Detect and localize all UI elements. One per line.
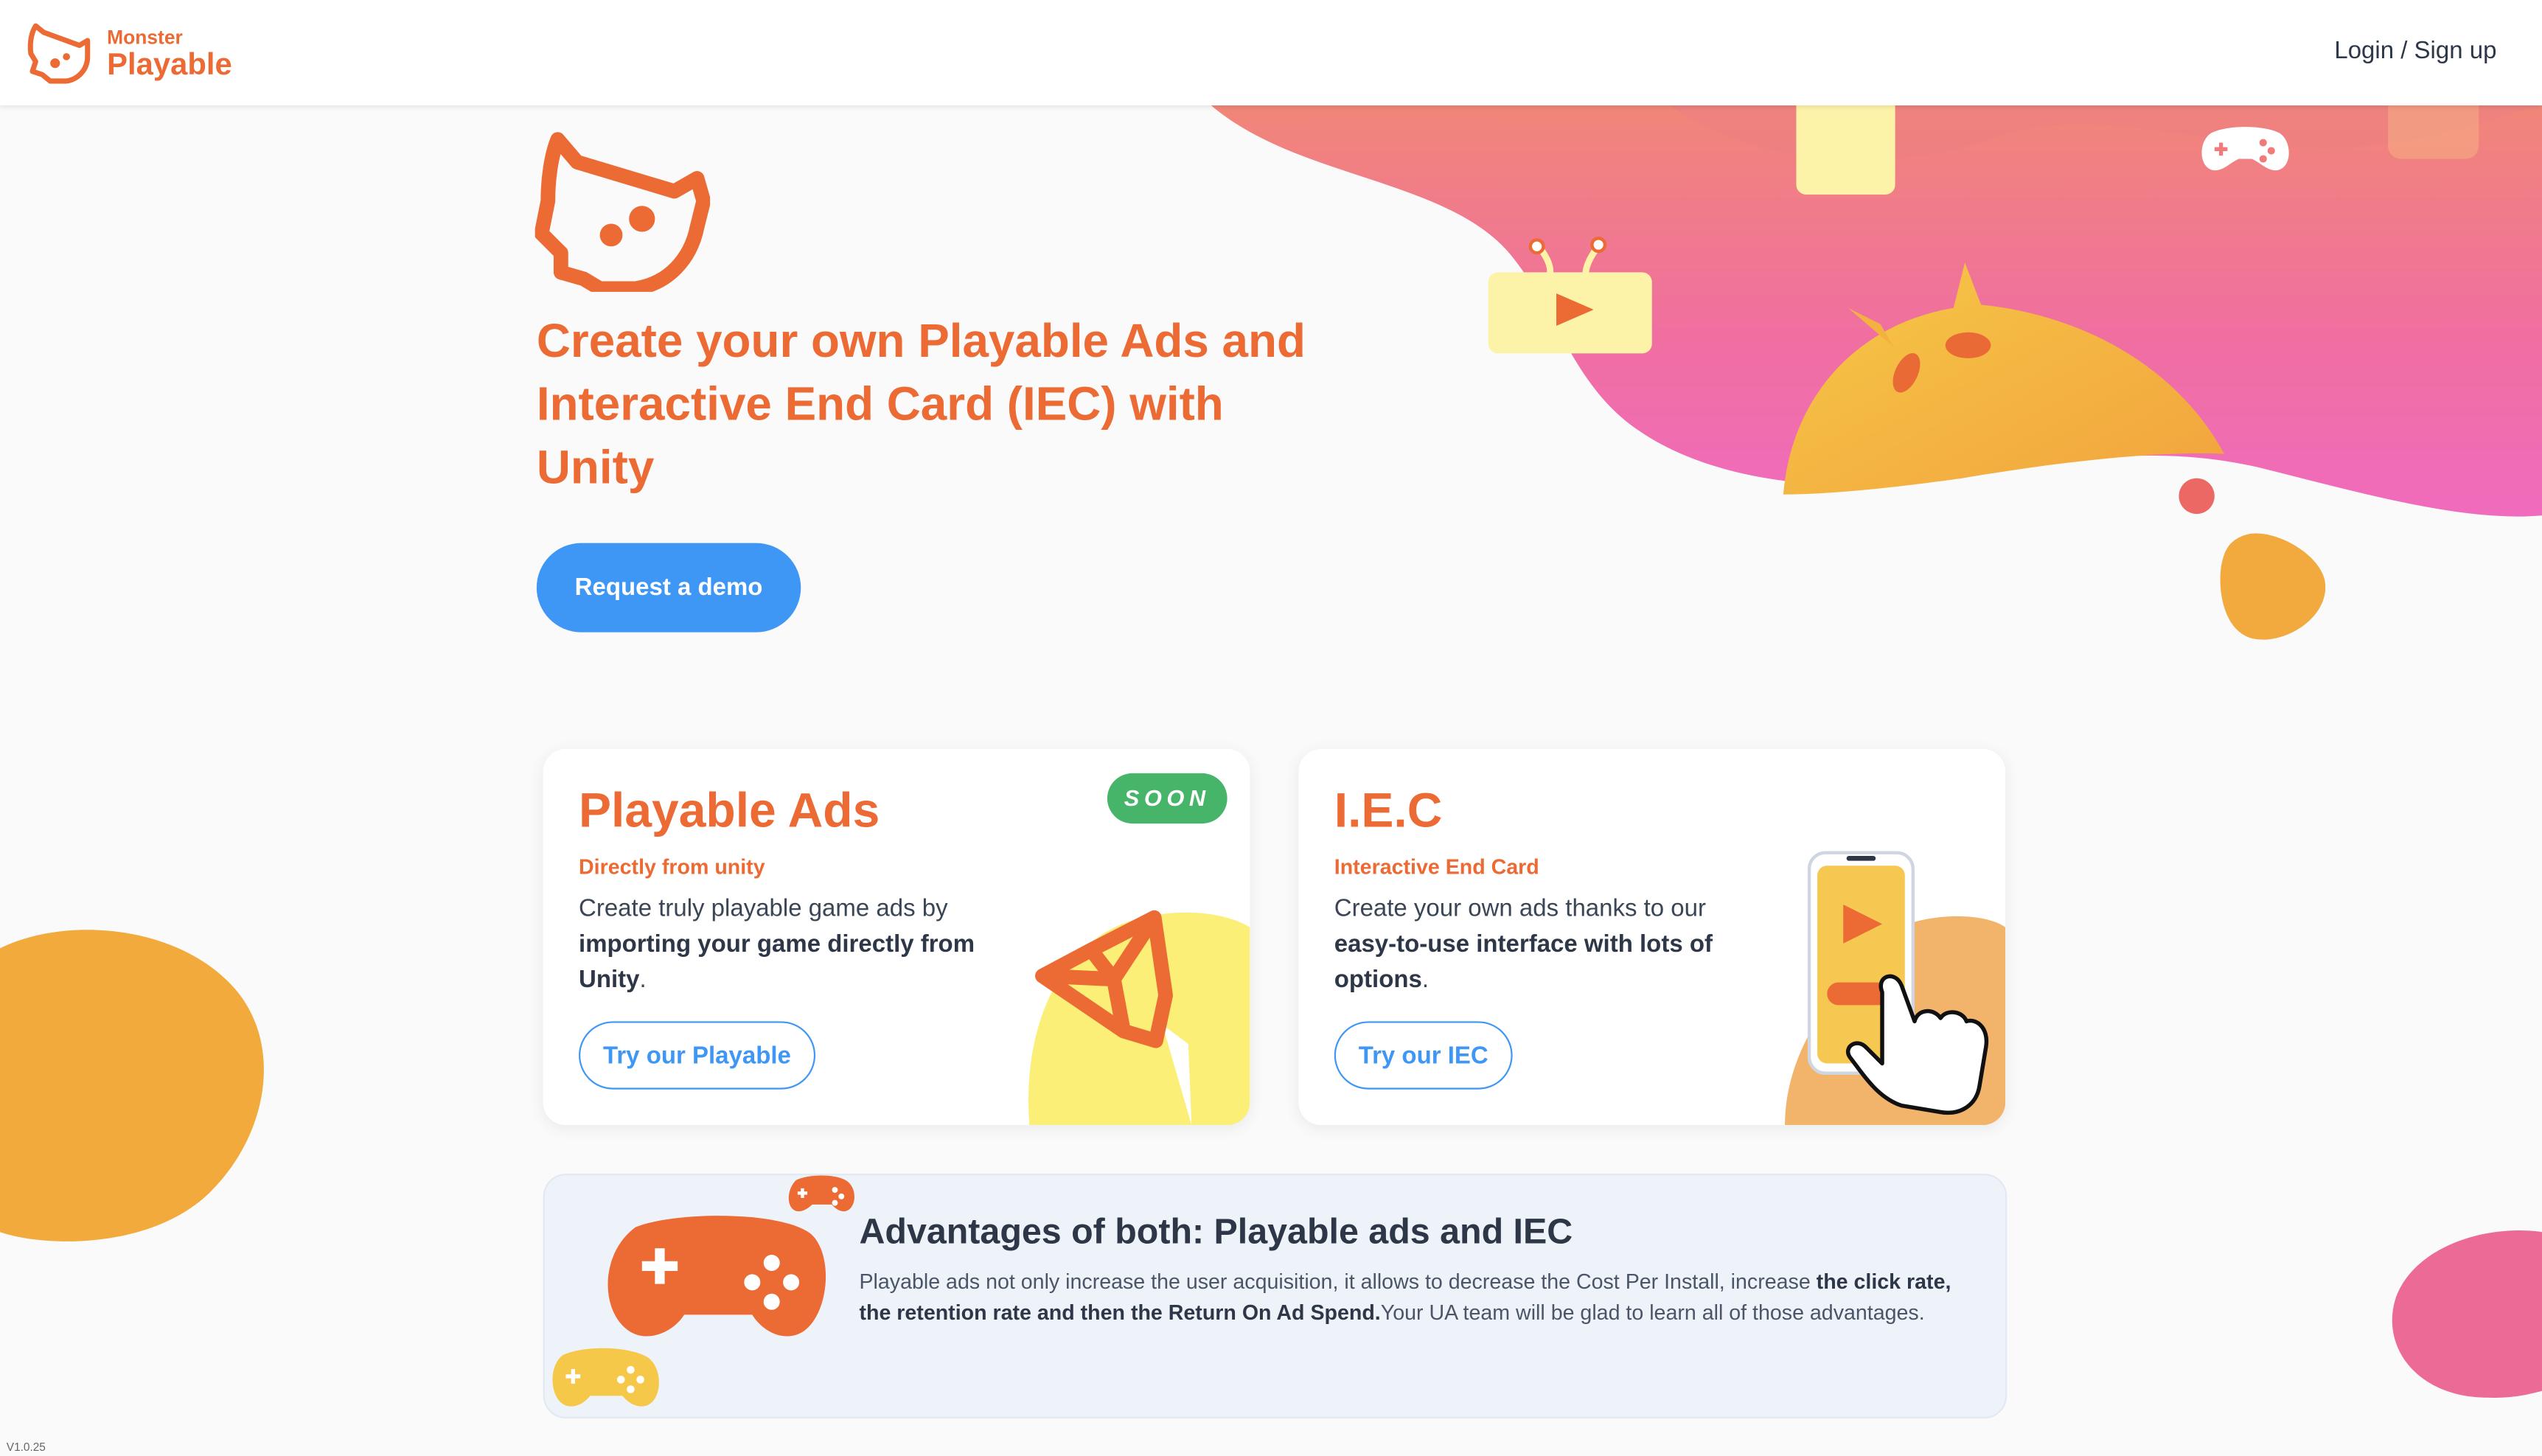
top-yellow-card [1796, 94, 1895, 195]
version-label: V1.0.25 [6, 1443, 46, 1455]
advantages-art [552, 1175, 854, 1407]
advantages-text: Playable ads not only increase the user … [859, 1269, 1951, 1325]
small-orange-gamepad-icon [788, 1175, 854, 1212]
hero-title: Create your own Playable Ads and Interac… [536, 316, 1306, 495]
small-yellow-gamepad-icon [552, 1348, 659, 1407]
try-playable-button[interactable]: Try our Playable [579, 1021, 815, 1090]
right-pink-blob [2392, 1230, 2542, 1398]
playable-ads-subtitle: Directly from unity [579, 854, 765, 879]
monster-eye-right [1945, 332, 1991, 358]
iec-card: I.E.C Interactive End Card Create your o… [1298, 748, 2006, 1126]
playable-ads-description: Create truly playable game ads by import… [579, 894, 975, 994]
iec-description: Create your own ads thanks to our easy-t… [1334, 894, 1713, 994]
iec-subtitle: Interactive End Card [1334, 854, 1539, 879]
red-dot [2179, 478, 2215, 515]
monster-play-icon [27, 23, 91, 84]
gamepad-icon [607, 1216, 826, 1337]
tv-antenna-eye-right [1590, 237, 1607, 254]
iec-title: I.E.C [1334, 784, 1443, 838]
try-iec-button[interactable]: Try our IEC [1334, 1021, 1513, 1090]
advantages-panel: Advantages of both: Playable ads and IEC… [543, 1174, 2008, 1419]
orange-small-blob [2220, 533, 2326, 640]
advantages-title: Advantages of both: Playable ads and IEC [859, 1211, 1573, 1252]
brand-logo[interactable]: Monster Playable [26, 19, 232, 87]
soon-badge: SOON [1107, 773, 1228, 824]
playable-ads-card: Playable Ads SOON Directly from unity Cr… [543, 748, 1250, 1126]
logo-text-small: Monster [107, 25, 183, 48]
tv-antenna-eye-left [1528, 238, 1545, 255]
playable-ads-title: Playable Ads [579, 784, 880, 838]
hero-monster-logo-icon [534, 132, 711, 292]
logo-text-big: Playable [107, 47, 232, 83]
page: Monster Playable Login / Sign up Create … [0, 0, 2542, 1456]
left-orange-blob [0, 930, 264, 1241]
request-demo-button[interactable]: Request a demo [536, 543, 801, 633]
login-signup-link[interactable]: Login / Sign up [2334, 38, 2496, 65]
top-navbar: Monster Playable Login / Sign up [0, 0, 2542, 105]
